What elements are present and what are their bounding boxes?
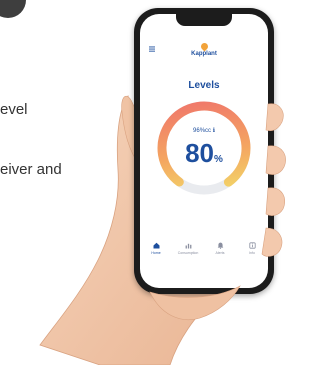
finger — [265, 103, 284, 132]
finger — [265, 187, 286, 216]
hand-fingers — [149, 103, 286, 320]
finger — [261, 227, 283, 257]
palm-lower — [149, 285, 241, 320]
promo-image: evel eiver and Kapplant Levels 96%cc ℹ 8… — [0, 0, 294, 365]
finger — [265, 145, 286, 175]
